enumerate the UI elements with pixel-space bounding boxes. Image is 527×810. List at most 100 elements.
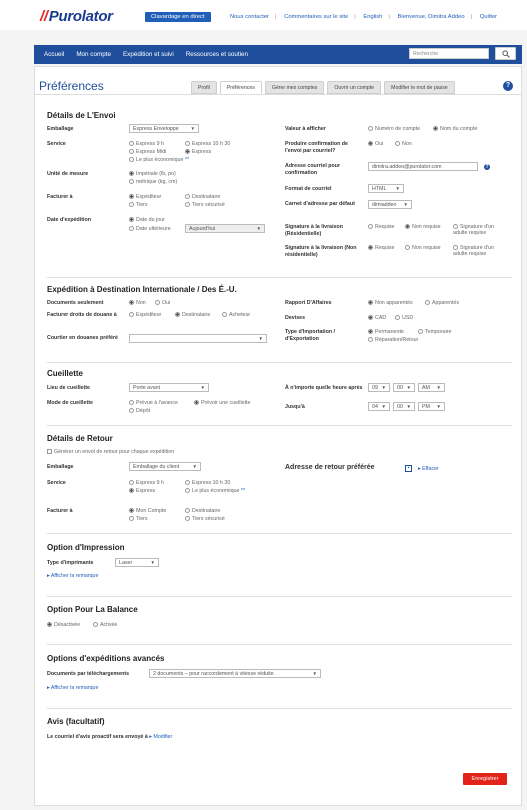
nav-account[interactable]: Mon compte [76, 51, 111, 58]
business-relation-option[interactable]: Non apparentés [368, 300, 413, 306]
return-bill-option[interactable]: Destinataire [185, 508, 220, 514]
bill-to-label: Facturer à [47, 194, 73, 200]
future-date-select[interactable]: Aujourd'hui ▼ [185, 224, 265, 233]
signature-nonres-option[interactable]: Signature d'un adulte requise [453, 245, 508, 257]
until-hour-select[interactable]: 04 ▼ [368, 402, 390, 411]
signature-res-option[interactable]: Non requise [405, 224, 441, 230]
service-option[interactable]: Express [185, 149, 211, 155]
section-title-scale: Option Pour La Balance [47, 605, 138, 614]
printer-type-select[interactable]: Laser ▼ [115, 558, 159, 567]
pickup-mode-option[interactable]: Dépôt [129, 408, 150, 414]
divider [47, 596, 512, 597]
service-option[interactable]: Le plus économique ** [129, 157, 189, 163]
after-ampm-select[interactable]: AM ▼ [418, 383, 445, 392]
business-relation-option[interactable]: Apparentés [425, 300, 459, 306]
divider [47, 277, 512, 278]
duties-option[interactable]: Expéditeur [129, 312, 161, 318]
tab-change-password[interactable]: Modifier le mot de passe [384, 81, 455, 94]
ship-date-option[interactable]: Date ultérieure [129, 226, 171, 232]
return-service-option[interactable]: Express 10 h 30 [185, 480, 230, 486]
return-service-option[interactable]: Express [129, 488, 155, 494]
docs-only-option[interactable]: Oui [155, 300, 170, 306]
signature-res-option[interactable]: Signature d'un adulte requise [453, 224, 508, 236]
display-value-option[interactable]: Nom du compte [433, 126, 477, 132]
scale-option[interactable]: Désactivée [47, 622, 80, 628]
pickup-mode-label: Mode de cueillette [47, 400, 93, 406]
tab-preferences[interactable]: Préférences [219, 81, 262, 94]
search-input[interactable]: Recherche [409, 48, 489, 59]
signature-nonres-option[interactable]: Requise [368, 245, 394, 251]
help-icon[interactable]: ? [484, 164, 490, 170]
tab-manage-accounts[interactable]: Gérer mes comptes [264, 81, 325, 94]
bill-to-option[interactable]: Tiers [129, 202, 148, 208]
tab-profile[interactable]: Profil [191, 81, 217, 94]
address-book-select[interactable]: dimiaddeo ▼ [368, 200, 412, 209]
duties-option[interactable]: Destinataire [175, 312, 210, 318]
signature-nonres-option[interactable]: Non requise [405, 245, 441, 251]
currency-option[interactable]: CAD [368, 315, 386, 321]
ship-date-option[interactable]: Date du jour [129, 217, 165, 223]
pickup-mode-option[interactable]: Prévue à l'avance [129, 400, 178, 406]
return-packaging-select[interactable]: Emballage du client ▼ [129, 462, 201, 471]
service-option[interactable]: Express 10 h 30 [185, 141, 230, 147]
import-type-option[interactable]: Temporaire [418, 329, 452, 335]
until-minute-select[interactable]: 00 ▼ [393, 402, 415, 411]
bill-to-option[interactable]: Destinataire [185, 194, 220, 200]
live-chat-button[interactable]: Clavardage en direct [145, 12, 211, 22]
nav-home[interactable]: Accueil [44, 51, 64, 58]
english-link[interactable]: English [363, 14, 382, 20]
save-button[interactable]: Enregistrer [463, 773, 507, 785]
contact-link[interactable]: Nous contacter [230, 14, 269, 20]
search-button[interactable] [495, 47, 516, 60]
unit-option[interactable]: métrique (kg, cm) [129, 179, 177, 185]
after-minute-select[interactable]: 00 ▼ [393, 383, 415, 392]
return-service-option[interactable]: Le plus économique ** [185, 488, 245, 494]
email-format-label: Format de courriel [285, 186, 332, 192]
broker-select[interactable]: ▼ [129, 334, 267, 343]
section-title-return: Détails de Retour [47, 434, 113, 443]
email-address-field[interactable]: dimitra.addeo@purolator.com [368, 162, 478, 171]
email-confirm-option[interactable]: Oui [368, 141, 383, 147]
section-title-international: Expédition à Destination Internationale … [47, 285, 237, 294]
currency-option[interactable]: USD [395, 315, 413, 321]
address-book-icon[interactable]: ▪ [405, 465, 412, 472]
show-note-link[interactable]: ▸ Afficher la remarque [47, 573, 98, 579]
import-type-option[interactable]: Réparation/Retour [368, 337, 418, 343]
return-service-option[interactable]: Express 9 h [129, 480, 164, 486]
email-confirm-option[interactable]: Non [395, 141, 412, 147]
feedback-link[interactable]: Commentaires sur le site [284, 14, 348, 20]
email-format-select[interactable]: HTML ▼ [368, 184, 404, 193]
nav-shipping[interactable]: Expédition et suivi [123, 51, 174, 58]
unit-option[interactable]: Impériale (lb, po) [129, 171, 176, 177]
divider [47, 362, 512, 363]
generate-return-checkbox[interactable]: Générer un envoi de retour pour chaque e… [47, 449, 174, 455]
pickup-location-select[interactable]: Porte avant ▼ [129, 383, 209, 392]
until-ampm-select[interactable]: PM ▼ [418, 402, 445, 411]
logout-link[interactable]: Quitter [480, 14, 497, 20]
service-option[interactable]: Express Midi [129, 149, 166, 155]
docs-only-option[interactable]: Non [129, 300, 146, 306]
packaging-select[interactable]: Express Enveloppe ▼ [129, 124, 199, 133]
clear-link[interactable]: ▸ Effacer [418, 466, 439, 472]
scale-option[interactable]: Activée [93, 622, 117, 628]
show-note-link[interactable]: ▸ Afficher la remarque [47, 685, 98, 691]
bill-to-option[interactable]: Expéditeur [129, 194, 161, 200]
modify-link[interactable]: ▸ Modifier [149, 734, 172, 740]
return-bill-option[interactable]: Tiers sécurisé [185, 516, 225, 522]
display-value-option[interactable]: Numéro de compte [368, 126, 420, 132]
duties-option[interactable]: Acheteur [222, 312, 250, 318]
return-bill-option[interactable]: Mon Compte [129, 508, 166, 514]
help-icon[interactable]: ? [503, 81, 513, 91]
signature-res-option[interactable]: Requise [368, 224, 394, 230]
uploads-select[interactable]: 2 documents – pour raccordement à vitess… [149, 669, 321, 678]
top-links: Nous contacter | Commentaires sur le site… [230, 14, 498, 20]
return-bill-option[interactable]: Tiers [129, 516, 148, 522]
after-hour-select[interactable]: 09 ▼ [368, 383, 390, 392]
import-type-option[interactable]: Permanente [368, 329, 404, 335]
bill-to-option[interactable]: Tiers sécurisé [185, 202, 225, 208]
tab-open-account[interactable]: Ouvrir un compte [327, 81, 382, 94]
purolator-logo[interactable]: //Purolator [40, 8, 113, 25]
nav-resources[interactable]: Ressources et soutien [186, 51, 248, 58]
service-option[interactable]: Express 9 h [129, 141, 164, 147]
pickup-mode-option[interactable]: Prévoir une cueillette [194, 400, 250, 406]
